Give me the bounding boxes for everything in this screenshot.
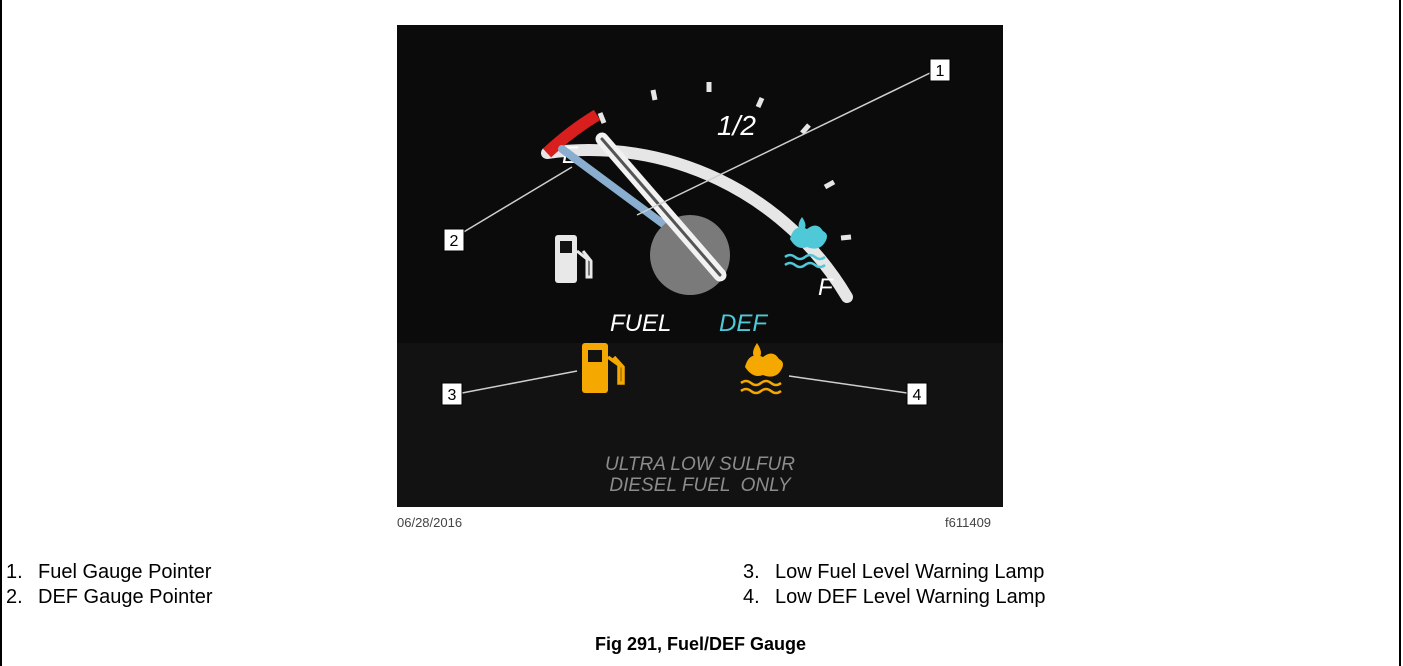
gauge-illustration: E 1/2 F FUEL DEF	[397, 25, 1003, 507]
legend-item: 3. Low Fuel Level Warning Lamp	[743, 560, 1046, 585]
callout-1-number: 1	[936, 63, 945, 80]
callout-3-number: 3	[448, 387, 457, 404]
pointer-hub	[650, 215, 730, 295]
def-label: DEF	[719, 310, 768, 337]
full-label: F	[818, 274, 834, 301]
legend-item: 4. Low DEF Level Warning Lamp	[743, 585, 1046, 610]
legend-item-label: Low Fuel Level Warning Lamp	[775, 561, 1045, 583]
callout-1: 1	[929, 58, 951, 82]
fuel-notice-line-2: DIESEL FUEL ONLY	[609, 475, 792, 496]
gauge-tick	[650, 89, 658, 101]
fuel-notice-line-1: ULTRA LOW SULFUR	[605, 454, 795, 475]
callout-3: 3	[441, 382, 463, 406]
legend-column-2: 3. Low Fuel Level Warning Lamp 4. Low DE…	[743, 560, 1046, 610]
figure-id: f611409	[945, 515, 992, 530]
legend-item-number: 4.	[743, 586, 760, 608]
legend-item-label: Low DEF Level Warning Lamp	[775, 586, 1046, 608]
callout-2: 2	[443, 228, 465, 252]
legend-item: 1. Fuel Gauge Pointer	[6, 560, 213, 585]
legend-item-number: 1.	[6, 561, 23, 583]
legend-item: 2. DEF Gauge Pointer	[6, 585, 213, 610]
legend-item-number: 3.	[743, 561, 760, 583]
callout-2-number: 2	[450, 233, 459, 250]
legend-item-number: 2.	[6, 586, 23, 608]
callout-4: 4	[906, 382, 928, 406]
gauge-tick	[840, 234, 852, 241]
callout-4-number: 4	[913, 387, 922, 404]
fuel-def-gauge-figure: E 1/2 F FUEL DEF	[397, 25, 1003, 507]
figure-date: 06/28/2016	[397, 515, 463, 530]
legend-column-1: 1. Fuel Gauge Pointer 2. DEF Gauge Point…	[6, 560, 213, 610]
legend-item-label: Fuel Gauge Pointer	[38, 561, 212, 583]
half-label: 1/2	[717, 110, 756, 141]
legend-item-label: DEF Gauge Pointer	[38, 586, 213, 608]
figure-caption: Fig 291, Fuel/DEF Gauge	[594, 634, 807, 654]
fuel-label: FUEL	[610, 310, 671, 337]
